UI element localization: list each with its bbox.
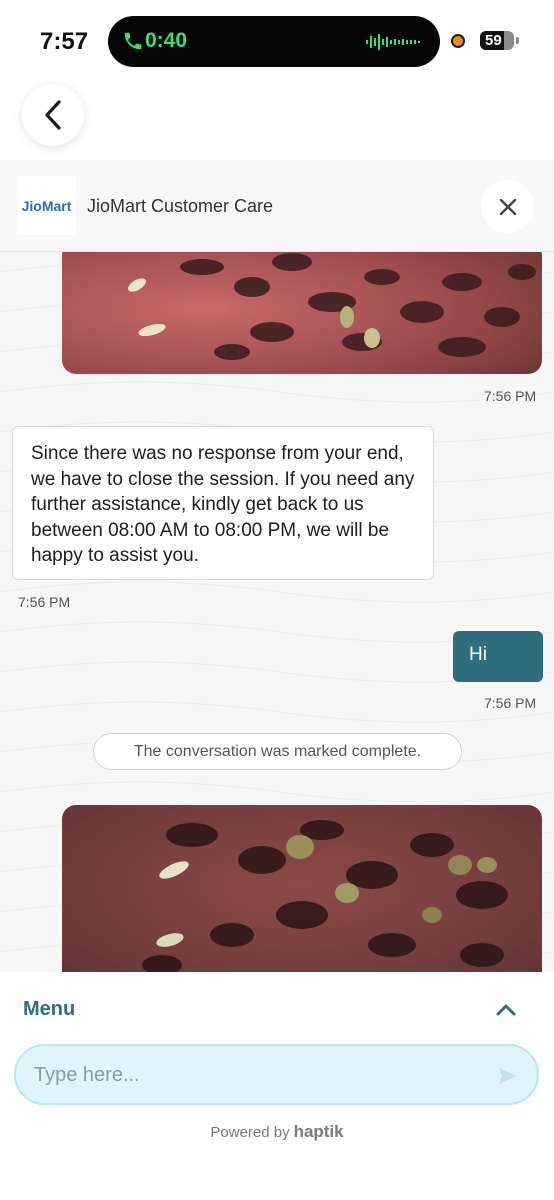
menu-button[interactable]: Menu [23, 998, 75, 1021]
message-timestamp: 7:56 PM [484, 388, 537, 404]
chat-header: JioMart JioMart Customer Care [0, 160, 554, 252]
user-message: Hi [453, 631, 543, 682]
brand-logo: JioMart [17, 176, 76, 235]
close-button[interactable] [481, 180, 534, 233]
message-input-container[interactable] [14, 1044, 539, 1105]
powered-by: Powered by haptik [0, 1122, 554, 1142]
chevron-up-icon[interactable] [493, 999, 519, 1019]
message-timestamp: 7:56 PM [18, 594, 71, 610]
send-icon[interactable] [496, 1064, 520, 1088]
chat-title: JioMart Customer Care [87, 196, 274, 216]
image-message[interactable] [62, 252, 542, 374]
system-notice: The conversation was marked complete. [93, 733, 462, 770]
message-timestamp: 7:56 PM [484, 695, 537, 711]
status-bar: 7:57 0:40 59 [0, 0, 554, 80]
chat-transcript[interactable]: 7:56 PM Since there was no response from… [0, 252, 554, 972]
audio-wave-icon [366, 34, 420, 50]
brand-logo-text: JioMart [21, 197, 72, 214]
status-clock: 7:57 [40, 28, 89, 55]
close-icon [499, 198, 516, 215]
call-indicator[interactable]: 0:40 [108, 16, 440, 67]
composer-footer: Menu Powered byhaptik [0, 972, 554, 1200]
call-duration: 0:40 [145, 29, 188, 52]
phone-icon [124, 32, 142, 50]
powered-by-label: Powered by [210, 1124, 290, 1141]
haptik-logo: haptik [293, 1122, 344, 1141]
message-input[interactable] [34, 1060, 474, 1090]
battery-level: 59 [485, 32, 502, 49]
recording-indicator-icon [451, 34, 465, 48]
back-button[interactable] [22, 84, 84, 146]
chevron-left-icon [45, 100, 61, 130]
battery-icon: 59 [480, 31, 514, 50]
agent-message: Since there was no response from your en… [12, 426, 434, 580]
image-message[interactable] [62, 805, 542, 972]
